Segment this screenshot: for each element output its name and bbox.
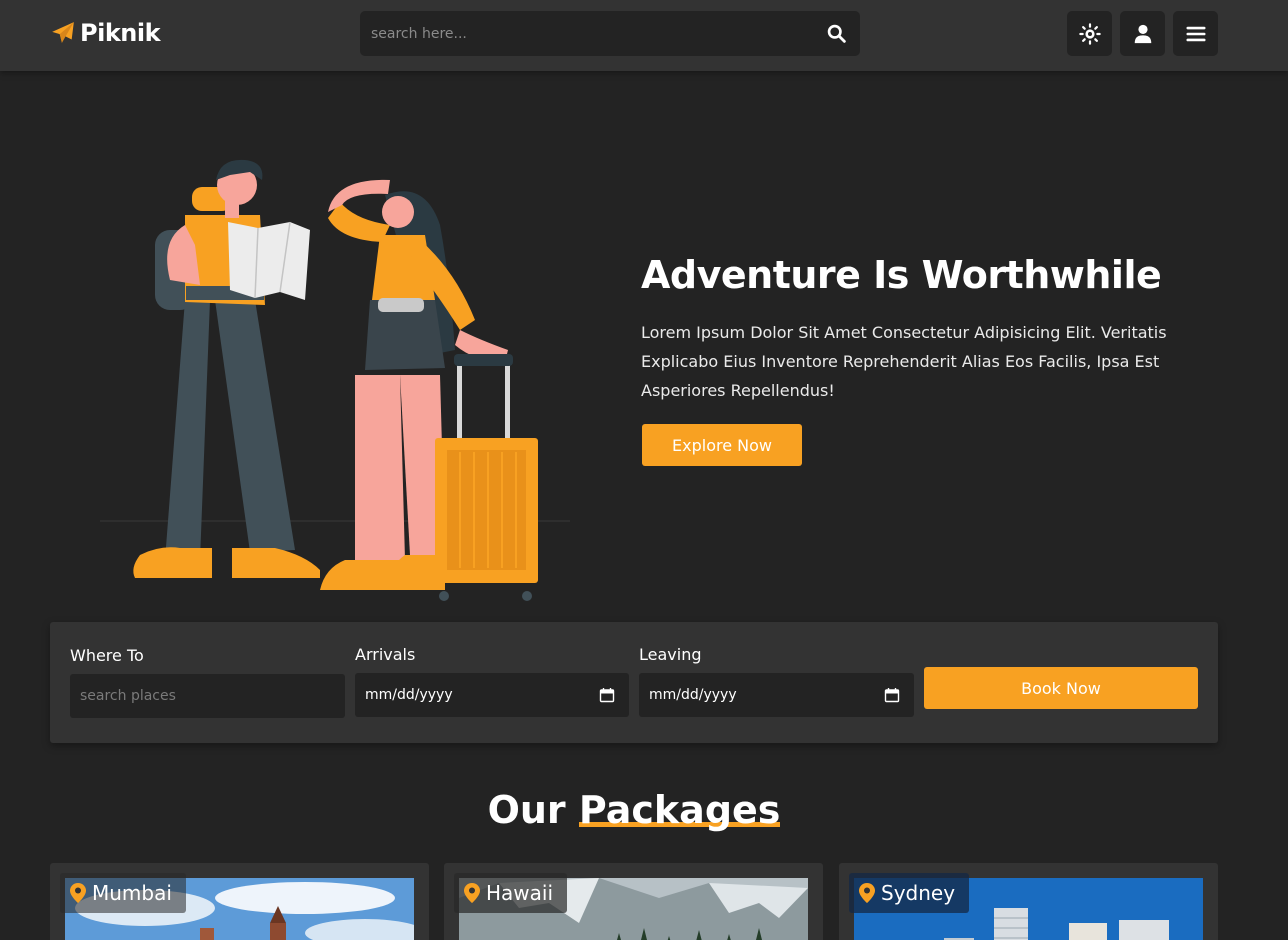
paper-plane-icon bbox=[52, 22, 74, 43]
sun-icon bbox=[1078, 22, 1101, 45]
leaving-label: Leaving bbox=[639, 645, 702, 664]
map-pin-icon bbox=[70, 883, 86, 903]
booking-form: Where To search places Arrivals mm/dd/yy… bbox=[50, 622, 1218, 743]
arrivals-date-input[interactable]: mm/dd/yyyy bbox=[355, 673, 629, 717]
hero-description: Lorem Ipsum Dolor Sit Amet Consectetur A… bbox=[641, 323, 1167, 400]
leaving-date-value: mm/dd/yyyy bbox=[649, 687, 737, 703]
packages-title: Our Packages bbox=[0, 788, 1268, 832]
user-icon bbox=[1134, 24, 1151, 43]
packages-title-plain: Our bbox=[487, 788, 566, 832]
package-card-sydney[interactable]: Sydney bbox=[839, 863, 1218, 940]
location-name: Mumbai bbox=[92, 881, 172, 905]
search-icon[interactable] bbox=[826, 23, 847, 44]
location-tag: Mumbai bbox=[60, 873, 186, 913]
search-input[interactable] bbox=[360, 11, 810, 56]
calendar-icon[interactable] bbox=[884, 687, 900, 703]
user-button[interactable] bbox=[1120, 11, 1165, 56]
location-name: Sydney bbox=[881, 881, 956, 905]
location-name: Hawaii bbox=[486, 881, 554, 905]
package-card-mumbai[interactable]: Mumbai bbox=[50, 863, 429, 940]
travelers-illustration bbox=[100, 159, 570, 601]
explore-now-button[interactable]: Explore Now bbox=[642, 424, 802, 466]
book-now-button[interactable]: Book Now bbox=[924, 667, 1198, 709]
menu-icon bbox=[1185, 26, 1206, 41]
logo-text: Piknik bbox=[80, 19, 161, 47]
packages-title-accent: Packages bbox=[578, 788, 781, 832]
theme-toggle-button[interactable] bbox=[1067, 11, 1112, 56]
location-tag: Sydney bbox=[849, 873, 970, 913]
package-card-hawaii[interactable]: Hawaii bbox=[444, 863, 823, 940]
logo[interactable]: Piknik bbox=[50, 18, 161, 48]
where-to-input[interactable]: search places bbox=[70, 674, 345, 718]
location-tag: Hawaii bbox=[454, 873, 568, 913]
header: Piknik bbox=[0, 0, 1288, 71]
arrivals-date-value: mm/dd/yyyy bbox=[365, 687, 453, 703]
map-pin-icon bbox=[464, 883, 480, 903]
leaving-date-input[interactable]: mm/dd/yyyy bbox=[639, 673, 914, 717]
search-bar bbox=[360, 11, 860, 56]
hero-title: Adventure Is Worthwhile bbox=[641, 253, 1162, 297]
calendar-icon[interactable] bbox=[599, 687, 615, 703]
map-pin-icon bbox=[859, 883, 875, 903]
where-to-label: Where To bbox=[70, 646, 144, 665]
menu-button[interactable] bbox=[1173, 11, 1218, 56]
arrivals-label: Arrivals bbox=[355, 645, 416, 664]
